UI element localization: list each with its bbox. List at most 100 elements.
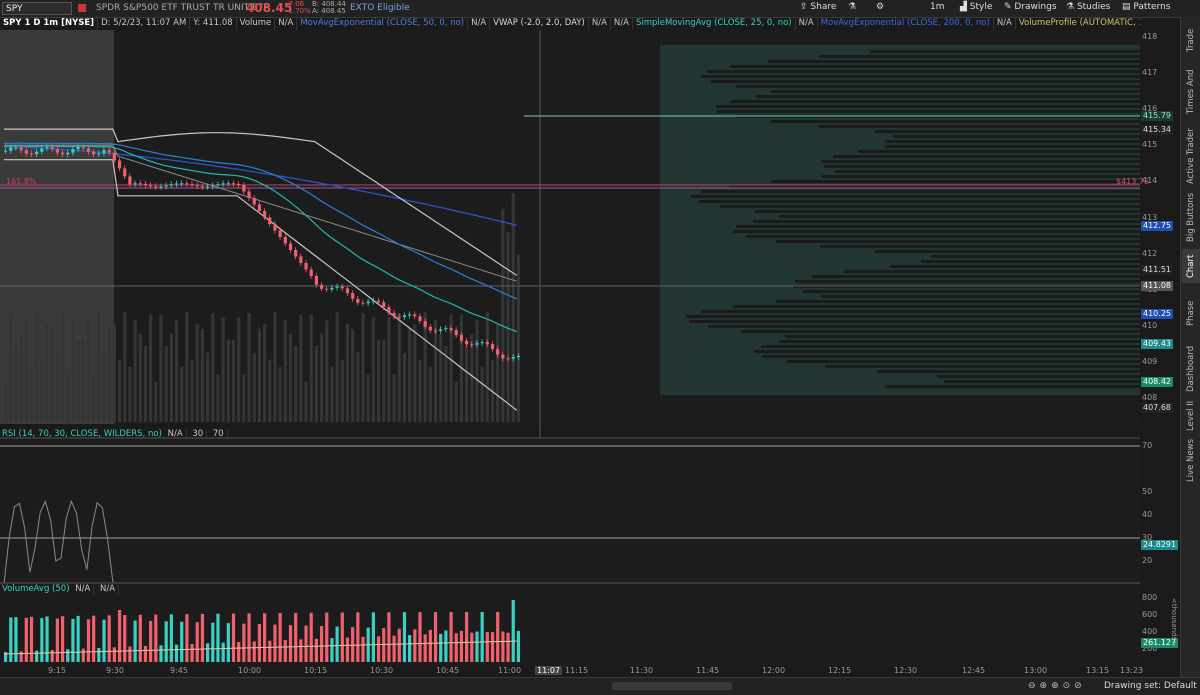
sidebar-tab-times-and-sales[interactable]: Times And Sales — [1182, 61, 1200, 123]
exto-badge: EXTO Eligible — [350, 3, 410, 13]
volume-bar — [169, 614, 173, 662]
volume-bar — [278, 613, 282, 662]
chart-canvas[interactable]: 161.8% — [0, 30, 1140, 666]
candle-body — [273, 223, 277, 231]
sidebar-tab-live-news[interactable]: Live News — [1182, 437, 1200, 483]
ema50-label[interactable]: MovAvgExponential (CLOSE, 50, 0, no) — [297, 17, 469, 30]
volume-bar — [242, 623, 246, 662]
patterns-label: Patterns — [1133, 2, 1171, 12]
volume-profile-bar — [779, 340, 1140, 343]
sidebar-tab-trade[interactable]: Trade — [1182, 23, 1200, 57]
patterns-button[interactable]: ▤ Patterns — [1122, 2, 1170, 12]
volume-bar — [439, 633, 443, 662]
volume-profile-bar — [844, 270, 1140, 273]
candle-body — [449, 328, 453, 331]
studies-button[interactable]: ⚗ Studies — [1066, 2, 1110, 12]
volume-bar — [50, 649, 54, 662]
interval-button[interactable]: 1m — [930, 2, 945, 12]
sma25-label[interactable]: SimpleMovingAvg (CLOSE, 25, 0, no) — [633, 17, 796, 30]
style-button[interactable]: ▟ Style — [960, 2, 992, 12]
candle-body — [371, 300, 375, 302]
bottom-bar: ⊖⊕⊕⊙⊘ Drawing set: Default — [0, 677, 1200, 695]
rsi-label[interactable]: RSI (14, 70, 30, CLOSE, WILDERS, no) — [2, 429, 162, 439]
background-volume-bar — [299, 314, 303, 422]
volume-bar — [480, 612, 484, 662]
background-volume-bar — [24, 320, 28, 422]
candle-body — [252, 198, 256, 205]
volume-profile-bar — [746, 235, 1140, 238]
price-tick: 415 — [1142, 140, 1158, 150]
volume-bar — [174, 644, 179, 662]
volume-bar — [490, 632, 495, 662]
sidebar-tab-level-ii[interactable]: Level II — [1182, 399, 1200, 433]
background-volume-bar — [55, 352, 59, 422]
gear-icon[interactable]: ⚙ — [876, 2, 884, 12]
volume-bar — [66, 649, 70, 662]
time-tick: 11:00 — [498, 666, 522, 675]
candle-body — [92, 151, 96, 155]
volume-bar — [428, 629, 432, 662]
zoom-controls[interactable]: ⊖⊕⊕⊙⊘ — [1028, 681, 1086, 691]
background-volume-bar — [174, 320, 179, 422]
candle-body — [459, 335, 464, 341]
volume-bar — [211, 622, 215, 662]
vwap-label[interactable]: VWAP (-2.0, 2.0, DAY) — [490, 17, 589, 30]
background-volume-bar — [180, 366, 184, 422]
candle-body — [268, 217, 272, 224]
background-volume-bar — [511, 192, 515, 422]
drawing-set-label[interactable]: Drawing set: Default — [1104, 681, 1197, 691]
background-volume-bar — [102, 352, 106, 422]
price-tag: 412.75 — [1141, 221, 1173, 231]
sidebar-tab-phase-scores[interactable]: Phase Scores — [1182, 287, 1200, 339]
candle-body — [361, 302, 365, 304]
volume-profile-bar — [686, 315, 1140, 318]
candle-body — [345, 288, 350, 294]
candle-body — [439, 329, 443, 331]
horizontal-scrollbar[interactable] — [612, 682, 732, 690]
volume-profile-bar — [821, 295, 1140, 298]
volume-bar — [221, 642, 225, 662]
volume-avg-label[interactable]: VolumeAvg (50) — [2, 584, 70, 594]
volume-bar — [340, 612, 344, 662]
sidebar-tab-chart[interactable]: Chart — [1182, 249, 1200, 283]
candle-body — [40, 148, 44, 152]
volume-profile-bar — [875, 130, 1140, 133]
flask-icon[interactable]: ⚗ — [848, 2, 856, 12]
share-label: Share — [810, 2, 837, 12]
volume-bar — [496, 612, 500, 662]
ema200-label[interactable]: MovAvgExponential (CLOSE, 200, 0, no) — [818, 17, 994, 30]
volume-bar — [351, 627, 355, 662]
volume-profile-label[interactable]: VolumeProfile (AUTOMATIC, 1.0, CHART, 1,… — [1016, 17, 1140, 30]
volume-label[interactable]: Volume — [237, 17, 276, 30]
candle-body — [496, 349, 500, 355]
volume-bar — [86, 619, 91, 662]
volume-bar — [330, 638, 334, 662]
price-tag: 415.79 — [1141, 111, 1173, 121]
volume-bar — [226, 623, 230, 662]
volume-bar — [501, 631, 505, 662]
price-scale[interactable]: 418417416415414413412411410409408415.794… — [1116, 30, 1180, 660]
candle-body — [444, 328, 448, 330]
sidebar-tab-active-trader[interactable]: Active Trader — [1182, 127, 1200, 185]
background-volume-bar — [340, 359, 344, 422]
volume-profile-bar — [944, 380, 1140, 383]
background-volume-bar — [516, 254, 521, 422]
volume-profile-bar — [707, 70, 1140, 73]
link-color-icon[interactable] — [78, 4, 86, 12]
sidebar-tab-dashboard[interactable]: Dashboard — [1182, 343, 1200, 395]
volume-bar — [9, 617, 13, 662]
background-volume-bar — [143, 345, 148, 422]
share-button[interactable]: ⇪ Share — [800, 2, 836, 12]
sidebar-tab-big-buttons[interactable]: Big Buttons — [1182, 189, 1200, 245]
rsi-value-tag: 24.8291 — [1141, 540, 1179, 550]
candle-body — [206, 186, 210, 188]
time-tick: 11:15 — [565, 666, 589, 675]
volume-profile-bar — [885, 140, 1140, 143]
candle-body — [418, 316, 422, 322]
drawings-button[interactable]: ✎ Drawings — [1004, 2, 1057, 12]
rsi-tick: 40 — [1142, 510, 1153, 519]
candle-body — [366, 301, 370, 304]
volume-bar — [449, 612, 453, 662]
price-tick: 408 — [1142, 393, 1158, 402]
symbol-input[interactable]: SPY — [2, 2, 72, 15]
